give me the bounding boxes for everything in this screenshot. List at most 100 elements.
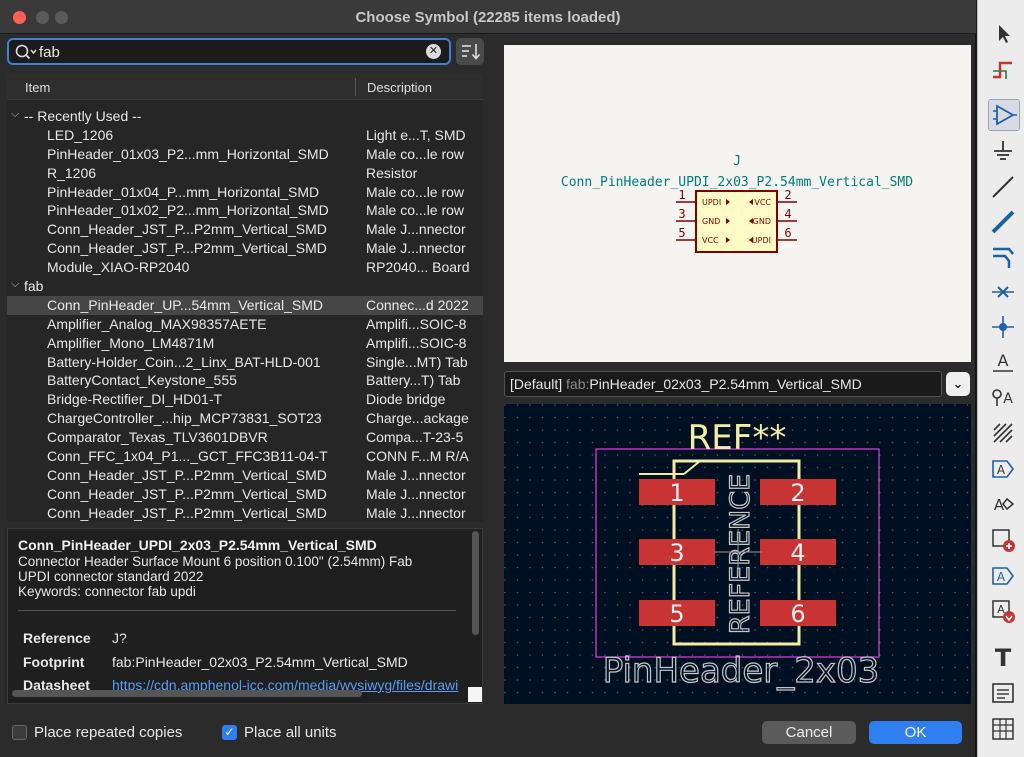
hierarchical-sheet-icon[interactable]: A bbox=[990, 456, 1016, 482]
junction-icon[interactable] bbox=[990, 314, 1016, 340]
footprint-value-text: PinHeader_2x03 bbox=[603, 651, 880, 691]
tree-row-name: Conn_Header_JST_P...P2mm_Vertical_SMD bbox=[47, 485, 327, 502]
tree-row[interactable]: Bridge-Rectifier_DI_HD01-T Diode bridge bbox=[7, 390, 483, 409]
pin-name: UPDI bbox=[702, 198, 721, 207]
tree-row[interactable]: Conn_Header_JST_P...P2mm_Vertical_SMD Mal… bbox=[7, 239, 483, 258]
reference-value: J? bbox=[112, 630, 127, 646]
tree-row[interactable]: PinHeader_01x04_P...mm_Horizontal_SMD Mal… bbox=[7, 183, 483, 202]
tree-row-name: PinHeader_01x03_P2...mm_Horizontal_SMD bbox=[47, 145, 329, 162]
tree-row[interactable]: Conn_Header_JST_P...P2mm_Vertical_SMD Mal… bbox=[7, 220, 483, 239]
tree-row[interactable]: Comparator_Texas_TLV3601DBVR Compa...T-23… bbox=[7, 428, 483, 447]
tree-row[interactable]: PinHeader_01x03_P2...mm_Horizontal_SMD Ma… bbox=[7, 145, 483, 164]
column-separator[interactable] bbox=[355, 78, 356, 96]
place-repeated-checkbox[interactable] bbox=[12, 725, 27, 740]
chevron-down-icon[interactable]: ⌵ bbox=[11, 108, 19, 121]
search-input[interactable] bbox=[39, 42, 419, 62]
tree-row[interactable]: Conn_FFC_1x04_P1..._GCT_FFC3B11-04-T CONN… bbox=[7, 447, 483, 466]
details-vertical-scrollbar[interactable] bbox=[472, 531, 479, 635]
tree-row[interactable]: Battery-Holder_Coin...2_Linx_BAT-HLD-001… bbox=[7, 353, 483, 372]
footprint-select-lib: fab: bbox=[566, 376, 590, 392]
tree-row-description: Male J...nnector bbox=[366, 485, 466, 502]
tree-rows: ⌵ -- Recently Used -- LED_1206 Light e...T,… bbox=[7, 107, 483, 522]
footprint-preview[interactable]: REF** 1 2 3 4 5 6 REFERENCE PinHeader_2x… bbox=[504, 404, 971, 704]
tree-row[interactable]: LED_1206 Light e...T, SMD bbox=[7, 126, 483, 145]
global-label-icon[interactable]: A bbox=[990, 384, 1016, 410]
symbol-tree[interactable]: Item Description ⌵ -- Recently Used -- LED… bbox=[7, 74, 483, 522]
place-all-units-checkbox[interactable]: ✓ bbox=[222, 725, 237, 740]
tree-group[interactable]: ⌵ fab bbox=[7, 277, 483, 296]
footprint-ref-text: REF** bbox=[688, 418, 787, 458]
highlight-net-icon[interactable] bbox=[990, 57, 1016, 83]
table-icon[interactable] bbox=[990, 716, 1016, 742]
details-description: Connector Header Surface Mount 6 positio… bbox=[18, 554, 413, 569]
tree-row[interactable]: Conn_Header_JST_P...P2mm_Vertical_SMD Mal… bbox=[7, 485, 483, 504]
pad-number: 4 bbox=[790, 539, 805, 567]
tree-row[interactable]: Conn_PinHeader_UP...54mm_Vertical_SMD Con… bbox=[7, 295, 483, 315]
place-all-units-label[interactable]: Place all units bbox=[244, 724, 337, 741]
add-wire-icon[interactable] bbox=[990, 174, 1016, 200]
tree-row-name: fab bbox=[24, 278, 44, 295]
text-box-icon[interactable]: A bbox=[990, 563, 1016, 589]
bus-entry-icon[interactable] bbox=[990, 244, 1016, 270]
footprint-select[interactable]: [Default] fab:PinHeader_02x03_P2.54mm_Ve… bbox=[504, 371, 942, 397]
tree-row-description: Male co...le row bbox=[366, 183, 465, 200]
ok-button[interactable]: OK bbox=[869, 721, 962, 744]
tree-row[interactable]: PinHeader_01x02_P2...mm_Horizontal_SMD Ma… bbox=[7, 201, 483, 220]
pad-number: 3 bbox=[669, 539, 684, 567]
tree-row-description: Charge...ackage bbox=[366, 410, 469, 427]
tree-row[interactable]: Conn_Header_JST_P...P2mm_Vertical_SMD Mal… bbox=[7, 504, 483, 522]
cancel-button[interactable]: Cancel bbox=[762, 721, 856, 744]
hierarchical-label-icon[interactable] bbox=[990, 420, 1016, 446]
no-connect-icon[interactable] bbox=[990, 279, 1016, 305]
tree-row[interactable]: Module_XIAO-RP2040 RP2040... Board bbox=[7, 258, 483, 277]
tree-row-description: Male co...le row bbox=[366, 145, 465, 162]
pin-number: 6 bbox=[784, 226, 791, 240]
tree-row[interactable]: Amplifier_Analog_MAX98357AETE Amplifi...S… bbox=[7, 315, 483, 334]
tree-row[interactable]: R_1206 Resistor bbox=[7, 164, 483, 183]
sheet-pin-icon[interactable] bbox=[990, 527, 1016, 553]
search-box[interactable]: ✕ bbox=[7, 38, 451, 65]
column-header-item[interactable]: Item bbox=[25, 80, 50, 95]
add-power-icon[interactable] bbox=[990, 139, 1016, 165]
text-box-icon[interactable] bbox=[990, 680, 1016, 706]
tree-row-description: Male co...le row bbox=[366, 202, 465, 219]
add-bus-icon[interactable] bbox=[990, 209, 1016, 235]
tree-row[interactable]: Conn_Header_JST_P...P2mm_Vertical_SMD Mal… bbox=[7, 466, 483, 485]
tree-row-name: Conn_Header_JST_P...P2mm_Vertical_SMD bbox=[47, 240, 327, 257]
tree-row[interactable]: ChargeController_...hip_MCP73831_SOT23 Ch… bbox=[7, 409, 483, 428]
tree-row-description: RP2040... Board bbox=[366, 259, 470, 276]
clear-search-icon[interactable]: ✕ bbox=[426, 44, 441, 59]
schematic-toolbar: A A A A A A T bbox=[977, 0, 1024, 757]
tree-row[interactable]: Amplifier_Mono_LM4871M Amplifi...SOIC-8 bbox=[7, 334, 483, 353]
symbol-preview[interactable]: J Conn_PinHeader_UPDI_2x03_P2.54mm_Verti… bbox=[504, 45, 971, 362]
tree-row-description: Single...MT) Tab bbox=[366, 353, 468, 370]
place-repeated-label[interactable]: Place repeated copies bbox=[34, 724, 182, 741]
svg-text:A: A bbox=[1003, 391, 1013, 407]
details-description-2: UPDI connector standard 2022 bbox=[18, 569, 204, 584]
svg-text:A: A bbox=[997, 570, 1006, 584]
add-symbol-icon[interactable] bbox=[988, 99, 1020, 131]
chevron-down-icon[interactable]: ⌵ bbox=[11, 278, 19, 291]
tree-row[interactable]: BatteryContact_Keystone_555 Battery...T) … bbox=[7, 371, 483, 390]
tree-group[interactable]: ⌵ -- Recently Used -- bbox=[7, 107, 483, 126]
tree-row-name: PinHeader_01x02_P2...mm_Horizontal_SMD bbox=[47, 202, 329, 219]
tree-row-description: Male J...nnector bbox=[366, 466, 466, 483]
window-title: Choose Symbol (22285 items loaded) bbox=[355, 9, 621, 26]
image-icon[interactable]: A bbox=[990, 598, 1016, 624]
title-bar: Choose Symbol (22285 items loaded) bbox=[0, 0, 976, 34]
tree-row-name: Conn_PinHeader_UP...54mm_Vertical_SMD bbox=[47, 296, 323, 313]
pointer-icon[interactable] bbox=[990, 21, 1016, 47]
import-sheet-pin-icon[interactable]: A bbox=[990, 491, 1016, 517]
svg-text:A: A bbox=[998, 351, 1009, 370]
sort-button[interactable] bbox=[456, 38, 484, 65]
search-icon[interactable] bbox=[14, 43, 38, 61]
footprint-graphic: REF** 1 2 3 4 5 6 REFERENCE PinHeader_2x… bbox=[504, 404, 971, 704]
pin-number: 2 bbox=[784, 188, 791, 202]
column-header-description[interactable]: Description bbox=[367, 80, 432, 95]
net-label-icon[interactable]: A bbox=[990, 349, 1016, 375]
tree-row-name: LED_1206 bbox=[47, 126, 114, 143]
details-horizontal-scrollbar[interactable] bbox=[12, 690, 362, 697]
chevron-down-icon[interactable]: ⌄ bbox=[946, 372, 970, 396]
add-text-icon[interactable]: T bbox=[990, 643, 1016, 672]
details-divider bbox=[18, 610, 456, 611]
